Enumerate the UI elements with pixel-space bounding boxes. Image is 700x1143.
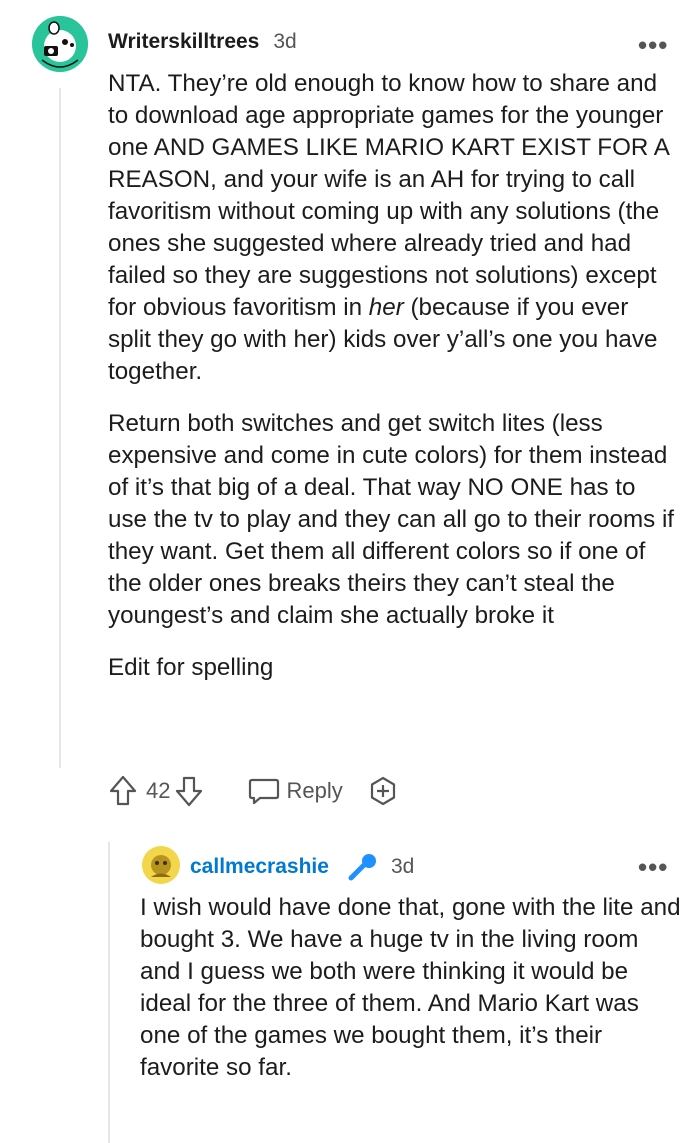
user-avatar-icon: [32, 16, 88, 72]
reply-thread-line[interactable]: [108, 842, 110, 1143]
comment-actions: 42 Reply: [108, 774, 399, 808]
comment-paragraph-1: NTA. They’re old enough to know how to s…: [108, 70, 669, 385]
award-button[interactable]: [367, 775, 399, 807]
user-avatar-icon: [142, 846, 180, 884]
upvote-icon[interactable]: [108, 774, 138, 808]
comment-body: NTA. They’re old enough to know how to s…: [108, 68, 678, 704]
comment-timestamp: 3d: [273, 30, 297, 53]
avatar[interactable]: [32, 16, 88, 72]
reply-label: Reply: [286, 778, 343, 803]
reply-body: I wish would have done that, gone with t…: [140, 892, 685, 1084]
vote-count: 42: [146, 778, 171, 803]
reply-header: callmecrashie 3d: [190, 852, 414, 882]
reply-timestamp: 3d: [390, 855, 415, 878]
reply-username[interactable]: callmecrashie: [190, 855, 329, 879]
reply-paragraph: I wish would have done that, gone with t…: [140, 894, 681, 1081]
award-plus-icon: [370, 776, 395, 806]
comment-username[interactable]: Writerskilltrees: [108, 30, 259, 54]
comment-paragraph-3: Edit for spelling: [108, 654, 274, 681]
comment-paragraph-2: Return both switches and get switch lite…: [108, 410, 675, 629]
thread-line[interactable]: [59, 88, 61, 768]
speech-bubble-icon: [249, 778, 280, 805]
microphone-icon: [345, 852, 379, 882]
emphasis-text: her: [368, 294, 404, 321]
reply-button[interactable]: Reply: [248, 776, 343, 806]
downvote-icon[interactable]: [174, 774, 204, 808]
more-options-icon[interactable]: •••: [638, 32, 668, 58]
reply-more-options-icon[interactable]: •••: [638, 854, 668, 880]
reply-avatar[interactable]: [142, 846, 180, 884]
comment-header: Writerskilltrees 3d: [108, 30, 297, 54]
